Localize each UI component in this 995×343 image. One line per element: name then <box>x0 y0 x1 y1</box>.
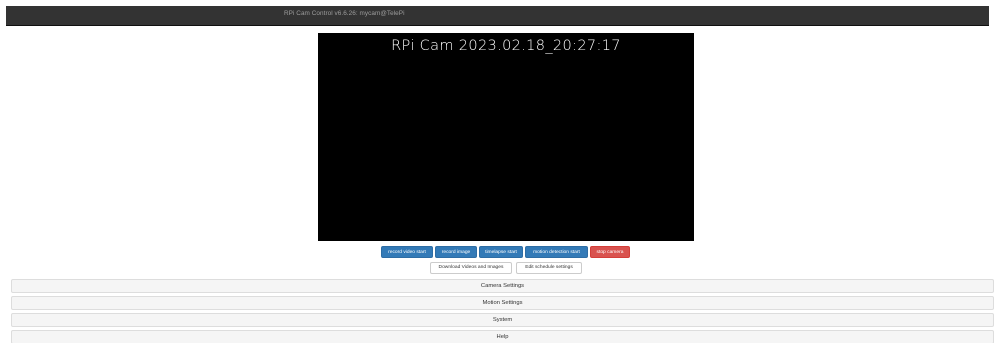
motion-detection-start-button[interactable]: motion detection start <box>525 246 588 258</box>
camera-action-buttons: record video start record image timelaps… <box>0 246 995 259</box>
panel-system[interactable]: System <box>11 313 994 327</box>
top-navbar: RPi Cam Control v6.6.26: mycam@TelePi <box>6 6 989 26</box>
panel-motion-settings[interactable]: Motion Settings <box>11 296 994 310</box>
app-title[interactable]: RPi Cam Control v6.6.26: mycam@TelePi <box>284 10 405 17</box>
preview-annotation-text: RPi Cam 2023.02.18_20:27:17 <box>391 38 621 54</box>
file-schedule-buttons: Download Videos and Images Edit schedule… <box>0 262 995 275</box>
edit-schedule-settings-button[interactable]: Edit schedule settings <box>516 262 582 274</box>
record-video-start-button[interactable]: record video start <box>381 246 433 258</box>
download-videos-and-images-button[interactable]: Download Videos and Images <box>430 262 512 274</box>
panel-help[interactable]: Help <box>11 330 994 343</box>
record-image-button[interactable]: record image <box>435 246 477 258</box>
camera-preview[interactable]: RPi Cam 2023.02.18_20:27:17 <box>318 33 694 241</box>
panel-camera-settings[interactable]: Camera Settings <box>11 279 994 293</box>
timelapse-start-button[interactable]: timelapse start <box>479 246 523 258</box>
stop-camera-button[interactable]: stop camera <box>590 246 630 258</box>
rpi-cam-control-page: RPi Cam Control v6.6.26: mycam@TelePi RP… <box>0 0 995 343</box>
